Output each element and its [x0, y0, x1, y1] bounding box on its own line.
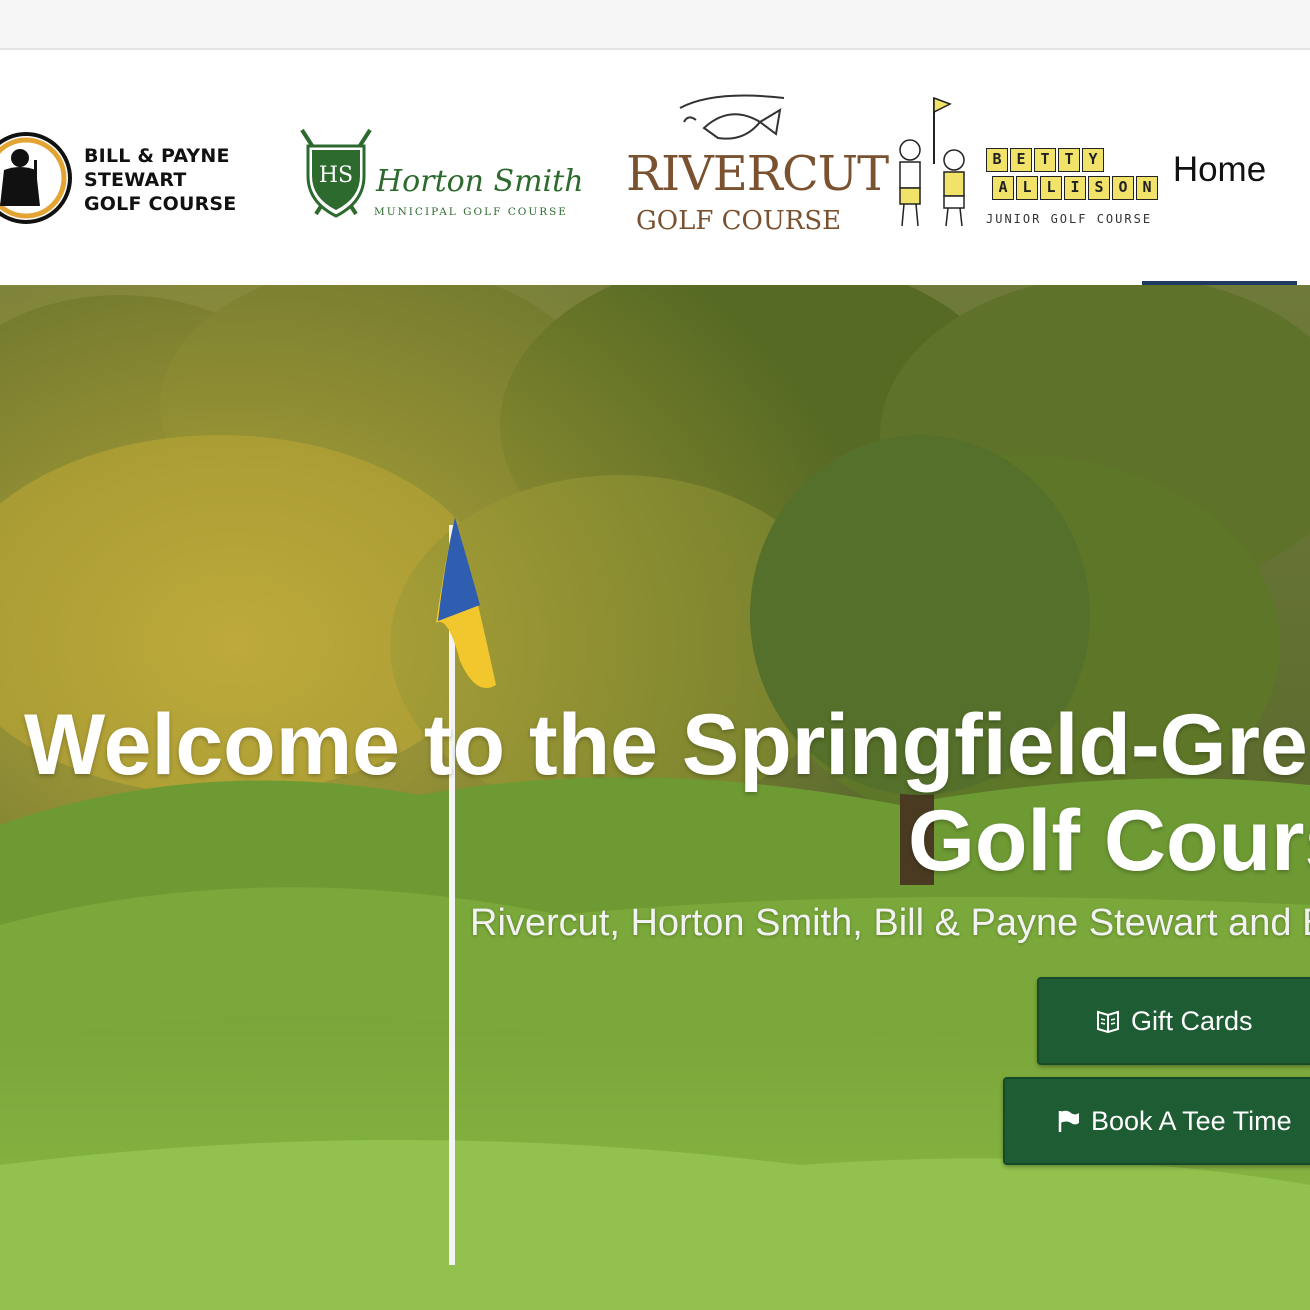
bps-line1: BILL & PAYNE	[84, 145, 230, 167]
hs-crest-text: HS	[319, 163, 353, 188]
letter-tile: S	[1088, 176, 1110, 200]
letter-tile: A	[992, 176, 1014, 200]
gift-card-icon	[1097, 1010, 1119, 1033]
allison-word: A L L I S O N	[992, 176, 1158, 200]
horton-smith-logo[interactable]: HS Horton Smith MUNICIPAL GOLF COURSE	[296, 124, 586, 224]
golfer-silhouette-icon	[0, 132, 72, 224]
site-header: BILL & PAYNE STEWART GOLF COURSE HS Hort…	[0, 50, 1310, 285]
gift-cards-button[interactable]: Gift Cards	[1037, 977, 1310, 1065]
letter-tile: T	[1058, 148, 1080, 172]
letter-tile: E	[1010, 148, 1032, 172]
letter-tile: B	[986, 148, 1008, 172]
hero-banner: Welcome to the Springfield-Greene County…	[0, 285, 1310, 1310]
letter-tile: O	[1112, 176, 1134, 200]
kids-drawing-icon	[899, 96, 965, 227]
rivercut-name: RIVERCUT	[626, 146, 889, 202]
fish-icon	[679, 94, 785, 140]
letter-tile: L	[1040, 176, 1062, 200]
nav-home-link[interactable]: Home	[1142, 145, 1297, 195]
letter-tile: Y	[1082, 148, 1104, 172]
rivercut-subtitle: GOLF COURSE	[636, 206, 842, 236]
bps-line3: GOLF COURSE	[84, 193, 237, 215]
rivercut-logo[interactable]: RIVERCUT GOLF COURSE	[622, 94, 889, 244]
crest-icon: HS	[300, 128, 372, 218]
hero-title-line1: Welcome to the Springfield-Greene County	[24, 697, 1310, 793]
hero-title-line2: Golf Courses	[908, 793, 1310, 889]
hs-subtitle: MUNICIPAL GOLF COURSE	[374, 206, 568, 218]
hero-subtitle: Rivercut, Horton Smith, Bill & Payne Ste…	[470, 902, 1310, 944]
betty-word: B E T T Y	[986, 148, 1104, 172]
gift-cards-label: Gift Cards	[1131, 1005, 1253, 1036]
book-tee-time-button[interactable]: Book A Tee Time	[1003, 1077, 1310, 1165]
browser-top-bar	[0, 0, 1310, 50]
letter-tile: T	[1034, 148, 1056, 172]
betty-subtitle: JUNIOR GOLF COURSE	[986, 212, 1153, 226]
bps-line2: STEWART	[84, 169, 187, 191]
book-tee-time-label: Book A Tee Time	[1091, 1105, 1292, 1136]
bill-payne-stewart-logo[interactable]: BILL & PAYNE STEWART GOLF COURSE	[0, 128, 266, 228]
flag-icon	[1058, 1110, 1079, 1132]
letter-tile: L	[1016, 176, 1038, 200]
letter-tile: I	[1064, 176, 1086, 200]
hs-name: Horton Smith	[376, 164, 584, 199]
